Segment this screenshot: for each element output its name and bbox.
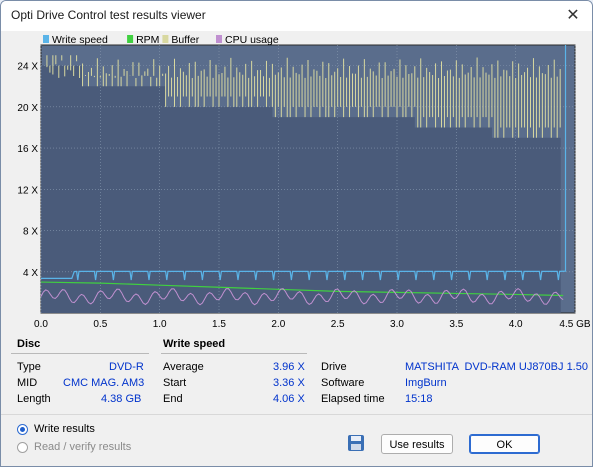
radio-unselected-icon [17,441,28,453]
legend-swatch [43,35,49,43]
disc-mid-label: MID [17,377,38,389]
elapsed-label: Elapsed time [321,393,385,405]
footer-separator [1,414,592,415]
legend-label: Write speed [52,34,108,46]
read-verify-radio[interactable]: Read / verify results [17,441,131,453]
x-tick-label: 4.5 GB [559,319,590,330]
end-label: End [163,393,183,405]
write-results-radio[interactable]: Write results [17,423,95,435]
x-tick-label: 1.0 [153,319,167,330]
disc-length-value: 4.38 GB [101,393,142,405]
drive-label: Drive [321,361,347,373]
write-speed-separator [161,353,307,354]
x-tick-label: 1.5 [212,319,226,330]
legend-swatch [216,35,222,43]
legend-swatch [127,35,134,43]
x-tick-label: 2.5 [331,319,345,330]
y-tick-label: 24 X [17,62,38,73]
y-tick-label: 4 X [23,268,38,279]
legend-label: Buffer [171,34,199,46]
x-tick-label: 2.0 [271,319,285,330]
x-tick-label: 3.5 [449,319,463,330]
disc-type-label: Type [17,361,41,373]
average-value: 3.96 X [273,361,305,373]
disc-length-label: Length [17,393,51,405]
y-tick-label: 8 X [23,227,38,238]
x-tick-label: 0.0 [34,319,48,330]
results-chart: 0.0 0.5 1.0 1.5 2.0 2.5 3.0 3.5 4.0 4.5 GB 4 X 8 X 1… [17,34,590,330]
y-tick-label: 20 X [17,103,38,114]
start-value: 3.36 X [273,377,305,389]
drive-value: MATSHITA DVD-RAM UJ870BJ 1.50 [405,361,588,373]
ok-button[interactable]: OK [469,434,540,454]
y-tick-label: 16 X [17,144,38,155]
floppy-disk-icon [348,435,364,451]
title-bar: Opti Drive Control test results viewer ✕ [1,1,592,31]
software-label: Software [321,377,365,389]
window-title: Opti Drive Control test results viewer [11,8,206,22]
info-panel: Disc Type DVD-R MID CMC MAG. AM3 Length … [1,333,592,413]
average-label: Average [163,361,204,373]
save-button[interactable] [345,433,367,453]
elapsed-value: 15:18 [405,393,433,405]
y-tick-label: 12 X [17,185,38,196]
disc-header: Disc [17,338,41,350]
x-tick-label: 0.5 [93,319,107,330]
legend-label: RPM [136,34,159,46]
x-tick-label: 4.0 [509,319,523,330]
radio-selected-icon [17,423,28,435]
x-tick-label: 3.0 [390,319,404,330]
disc-separator [11,353,149,354]
write-results-label: Write results [34,423,95,435]
chart-area: 0.0 0.5 1.0 1.5 2.0 2.5 3.0 3.5 4.0 4.5 GB 4 X 8 X 1… [1,31,592,333]
disc-mid-value: CMC MAG. AM3 [63,377,145,389]
results-viewer-window: Opti Drive Control test results viewer ✕… [0,0,593,467]
write-speed-header: Write speed [163,338,226,350]
legend-swatch [162,35,169,43]
software-value: ImgBurn [405,377,447,389]
use-results-button[interactable]: Use results [381,434,453,454]
read-verify-label: Read / verify results [34,441,132,453]
legend-label: CPU usage [225,34,279,46]
close-icon[interactable]: ✕ [562,5,584,27]
start-label: Start [163,377,187,389]
end-value: 4.06 X [273,393,305,405]
disc-type-value: DVD-R [109,361,144,373]
